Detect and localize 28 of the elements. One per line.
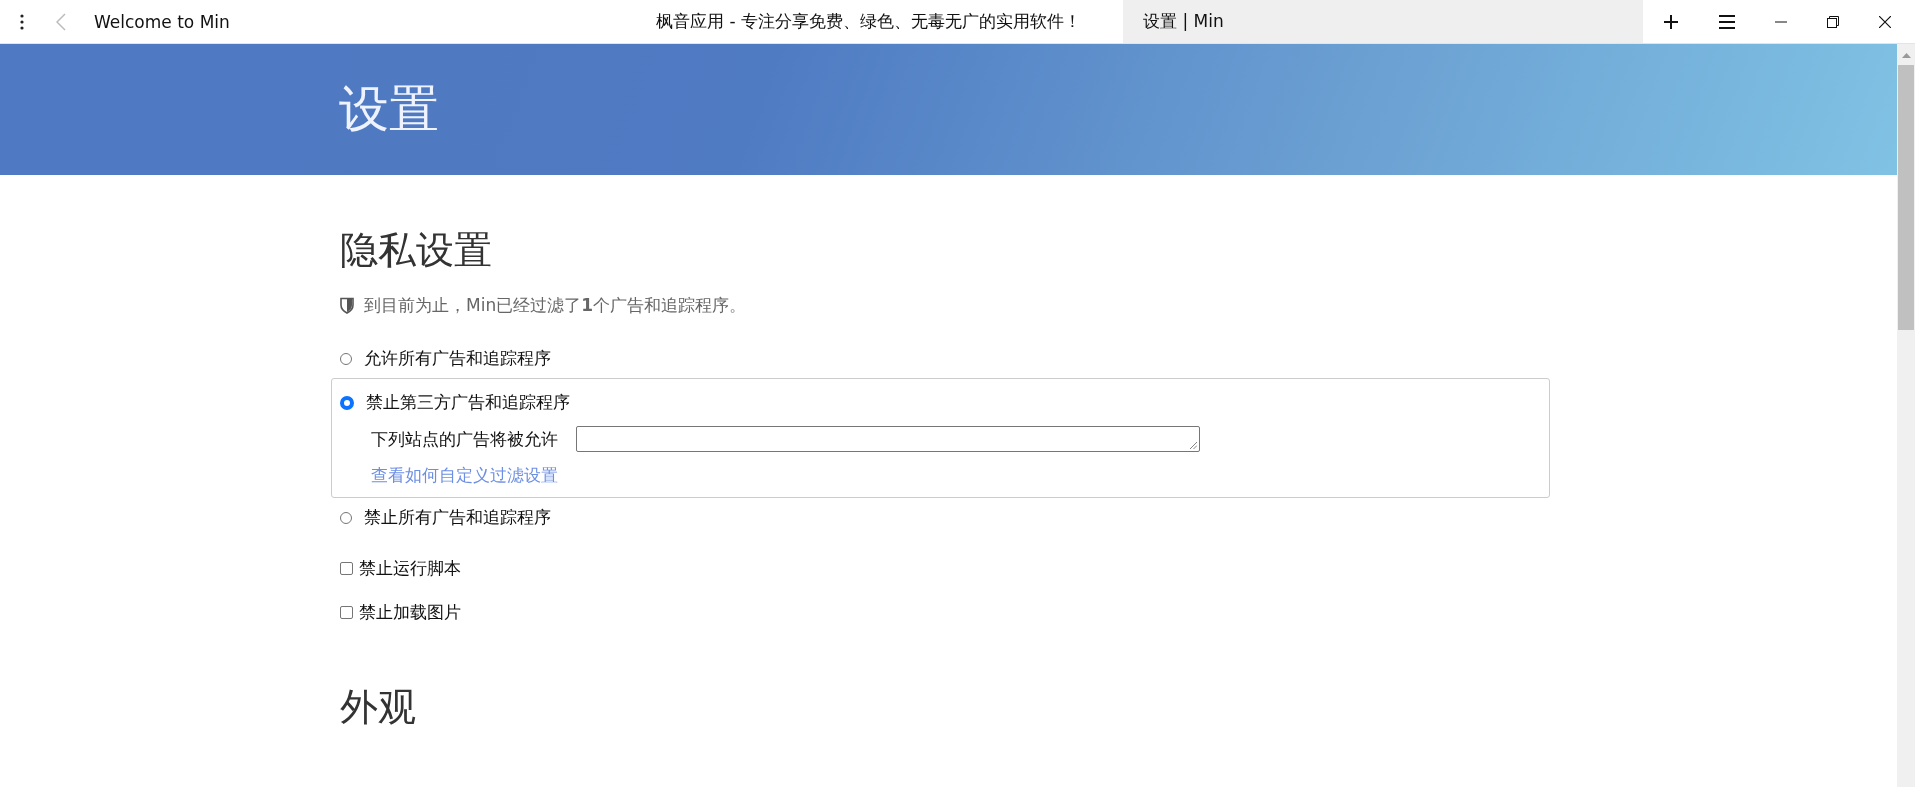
radio-label[interactable]: 禁止第三方广告和追踪程序	[366, 391, 570, 414]
radio-label[interactable]: 允许所有广告和追踪程序	[364, 347, 551, 370]
scroll-up-icon[interactable]	[1901, 53, 1911, 58]
site-list-field[interactable]	[576, 426, 1200, 452]
checkbox-label[interactable]: 禁止加载图片	[359, 601, 461, 624]
blocked-count-text: 到目前为止，Min已经过滤了1个广告和追踪程序。	[364, 294, 746, 317]
section-heading: 外观	[340, 684, 417, 731]
menu-icon[interactable]	[1719, 14, 1735, 29]
more-icon[interactable]	[20, 13, 24, 30]
restore-icon[interactable]	[1827, 15, 1839, 28]
radio-label[interactable]: 禁止所有广告和追踪程序	[364, 506, 551, 529]
plus-icon[interactable]	[1663, 13, 1679, 30]
radio-button[interactable]	[340, 395, 354, 410]
shield-icon	[340, 297, 354, 314]
field-label: 下列站点的广告将被允许	[371, 427, 558, 451]
browser-tab[interactable]: 设置 | Min	[1123, 0, 1643, 43]
resize-grip-icon[interactable]	[1190, 442, 1197, 449]
minimize-icon[interactable]	[1775, 20, 1787, 23]
scrollbar-thumb[interactable]	[1898, 65, 1914, 330]
close-icon[interactable]	[1879, 15, 1891, 28]
browser-tab[interactable]: Welcome to Min	[74, 0, 614, 43]
scrollbar[interactable]	[1897, 44, 1915, 787]
page-title: 设置	[339, 79, 439, 140]
checkbox-label[interactable]: 禁止运行脚本	[359, 557, 461, 580]
section-heading: 隐私设置	[340, 227, 493, 274]
checkbox[interactable]	[340, 606, 353, 619]
checkbox[interactable]	[340, 562, 353, 575]
browser-tab[interactable]: 枫音应用 - 专注分享免费、绿色、无毒无广的实用软件！	[614, 0, 1123, 43]
